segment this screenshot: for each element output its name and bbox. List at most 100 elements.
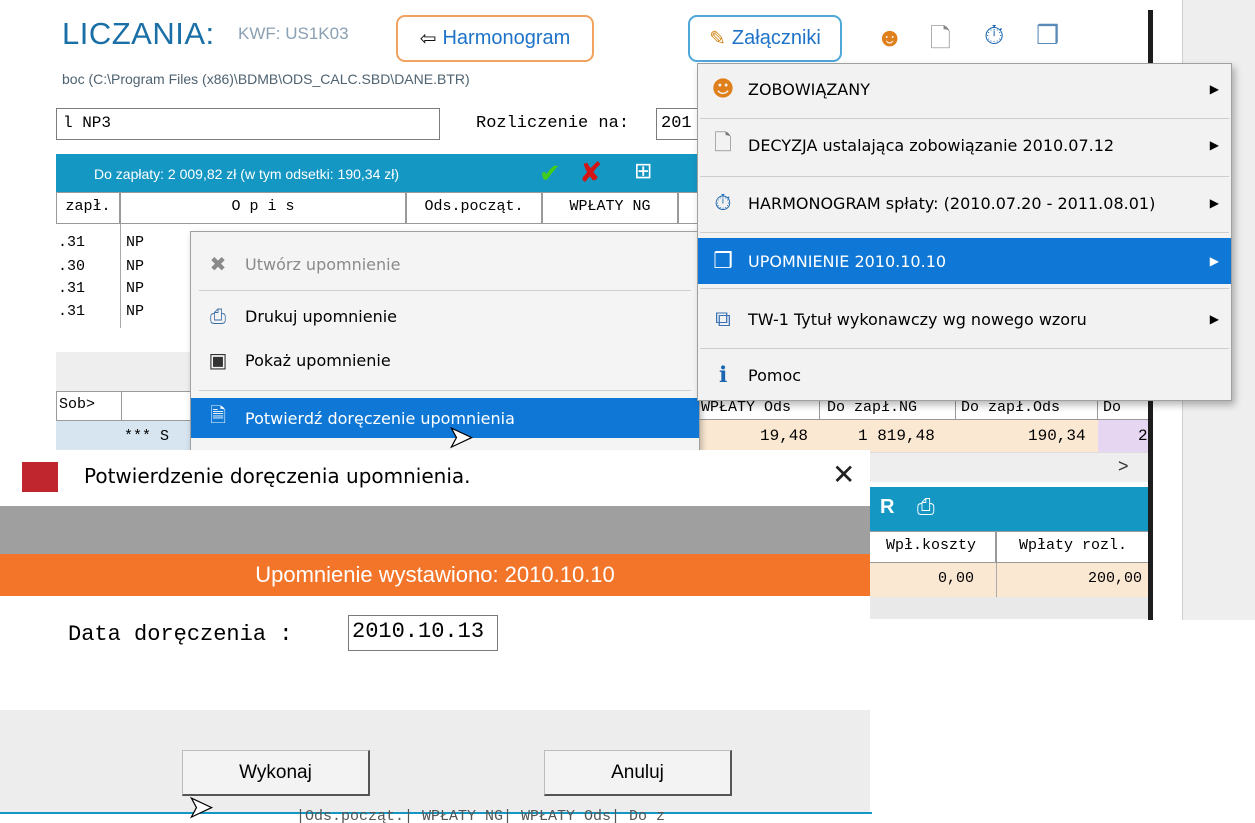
menu-item-label: Pokaż upomnienie [245,350,391,370]
menu-item-tw1[interactable]: ⧉ TW-1 Tytuł wykonawczy wg nowego wzoru … [698,296,1231,342]
submenu-arrow-icon: ▶ [1209,196,1219,210]
cancel-button[interactable]: Anuluj [544,750,732,796]
col-header-wplaty-rozl: Wpłaty rozl. [996,531,1150,563]
mouse-cursor-icon: ➤ [187,790,214,823]
menu-item-pokaz-upomnienie[interactable]: ▣ Pokaż upomnienie [191,340,699,380]
col-header-wpl-koszty: Wpł.koszty [866,531,996,563]
context-menu: ✖ Utwórz upomnienie ⎙ Drukuj upomnienie … [190,231,700,457]
submenu-arrow-icon: ▶ [1209,312,1219,326]
menu-item-potwierdz-doreczenie[interactable]: 🗎 Potwierdź doręczenie upomnienia [191,398,699,438]
menu-item-pomoc[interactable]: ℹ Pomoc [698,352,1231,398]
menu-item-harmonogram[interactable]: ⏱ HARMONOGRAM spłaty: (2010.07.20 - 2011… [698,180,1231,226]
document-icon[interactable]: 🗋 [930,20,951,64]
window-title: LICZANIA: [62,16,215,51]
zalaczniki-button[interactable]: ✎ Załączniki [688,15,842,62]
stopwatch-icon[interactable]: ⏱ [984,20,1004,52]
col-header-do-zapl-ods: Do zapł.Ods [961,399,1061,416]
row-4-desc: NP [126,303,145,320]
dialog-body [0,596,870,710]
delivery-date-input[interactable]: 2010.10.13 [348,615,498,651]
col-header-wplaty-ng: WPŁATY NG [542,192,678,224]
value-do: 2 [1138,427,1148,445]
bottom-grid-header: |Ods.począt.| WPŁATY NG| WPŁATY Ods| Do … [296,808,666,823]
harmonogram-label: Harmonogram [442,27,571,49]
value-do-zapl-ng: 1 819,48 [858,427,935,445]
value-do-zapl-ods: 190,34 [1028,427,1086,445]
printer-icon: ⎙ [210,304,226,328]
rozliczenie-label: Rozliczenie na: [476,114,630,133]
summary-row: *** S [56,421,200,453]
document-icon: 🗋 [714,131,732,156]
arrow-left-icon: ⇦ [419,28,437,50]
value-wplaty-ods: 19,48 [760,427,809,445]
scroll-right-arrow-icon[interactable]: > [1118,456,1129,477]
menu-item-label: HARMONOGRAM spłaty: (2010.07.20 - 2011.0… [748,193,1156,213]
row-4-date: .31 [58,303,86,320]
menu-item-label: Pomoc [748,365,802,385]
menu-item-zobowiazany[interactable]: ☻ ZOBOWIĄZANY ▶ [698,66,1231,112]
boxes-icon[interactable]: ❒ [1036,20,1059,51]
row-1-date: .31 [58,234,86,251]
row-1-desc: NP [126,234,145,251]
app-icon [22,462,58,492]
harmonogram-button[interactable]: ⇦ Harmonogram [396,15,594,62]
check-icon[interactable]: ✔ [539,158,561,189]
menu-item-drukuj-upomnienie[interactable]: ⎙ Drukuj upomnienie [191,296,699,336]
submenu-arrow-icon: ▶ [1209,254,1219,268]
menu-item-upomnienie[interactable]: ❒ UPOMNIENIE 2010.10.10 ▶ [698,238,1231,284]
menu-item-label: TW-1 Tytuł wykonawczy wg nowego wzoru [748,309,1087,329]
col-header-ods-poczat: Ods.począt. [406,192,542,224]
dialog-grey-band [0,506,870,554]
window-icon: ▣ [208,348,228,372]
dialog-footer [0,710,870,813]
zalaczniki-menu: ☻ ZOBOWIĄZANY ▶ 🗋 DECYZJA ustalająca zob… [697,63,1232,401]
menu-item-label: UPOMNIENIE 2010.10.10 [748,251,947,271]
lower-grid-header-cell [122,391,194,421]
lower-toolbar [866,487,1150,531]
execute-button-label: Wykonaj [239,761,312,783]
person-icon: ☻ [711,76,735,102]
menu-item-utworz-upomnienie[interactable]: ✖ Utwórz upomnienie [191,244,699,284]
col-header-opis: O p i s [120,192,406,224]
confirm-delivery-dialog: Potwierdzenie doręczenia upomnienia. ✕ U… [0,450,870,813]
copy-docs-icon: ⧉ [715,306,731,332]
document-check-icon: 🗎 [209,403,227,427]
cancel-button-label: Anuluj [611,761,664,783]
cancel-x-icon[interactable]: ✘ [579,156,602,189]
menu-item-label: Potwierdź doręczenie upomnienia [245,408,515,428]
menu-item-decyzja[interactable]: 🗋 DECYZJA ustalająca zobowiązanie 2010.0… [698,122,1231,168]
person-icon[interactable]: ☻ [876,22,903,53]
info-icon: ℹ [718,362,728,388]
right-grid-row[interactable]: 19,48 1 819,48 190,34 2 [698,420,1150,452]
col-header-do: Do [1103,399,1122,416]
summary-text: Do zapłaty: 2 009,82 zł (w tym odsetki: … [94,166,400,182]
network-icon[interactable]: ⊞ [634,158,652,184]
value-wplaty-rozl: 200,00 [1088,570,1143,587]
r-button[interactable]: R [880,496,894,519]
close-icon[interactable]: ✕ [832,458,855,491]
rozliczenie-field[interactable]: 201 [656,108,700,140]
file-path: boc (C:\Program Files (x86)\BDMB\ODS_CAL… [62,71,470,87]
lower-right-grid-row[interactable]: 0,00 200,00 [866,563,1150,597]
date-label: Data doręczenia : [68,622,293,647]
printer-icon[interactable]: ⎙ [917,494,935,520]
boxes-icon: ❒ [713,248,733,274]
pin-icon: ✎ [709,28,726,50]
pin-icon: ✖ [209,252,227,276]
row-3-date: .31 [58,280,86,297]
menu-item-label: ZOBOWIĄZANY [748,79,870,99]
menu-item-label: Drukuj upomnienie [245,306,398,326]
grid-empty-area [866,597,1150,619]
submenu-arrow-icon: ▶ [1209,138,1219,152]
dialog-title: Potwierdzenie doręczenia upomnienia. [84,464,471,488]
lower-grid-header: Sob> [56,391,122,421]
row-2-desc: NP [126,258,145,275]
submenu-arrow-icon: ▶ [1209,82,1219,96]
banner-text: Upomnienie wystawiono: 2010.10.10 [255,562,615,587]
name-field[interactable]: l NP3 [56,108,440,140]
row-2-date: .30 [58,258,86,275]
value-wpl-koszty: 0,00 [938,570,975,587]
col-header-do-zapl-ng: Do zapł.NG [827,399,918,416]
zalaczniki-label: Załączniki [731,27,821,49]
stopwatch-icon: ⏱ [714,190,732,216]
